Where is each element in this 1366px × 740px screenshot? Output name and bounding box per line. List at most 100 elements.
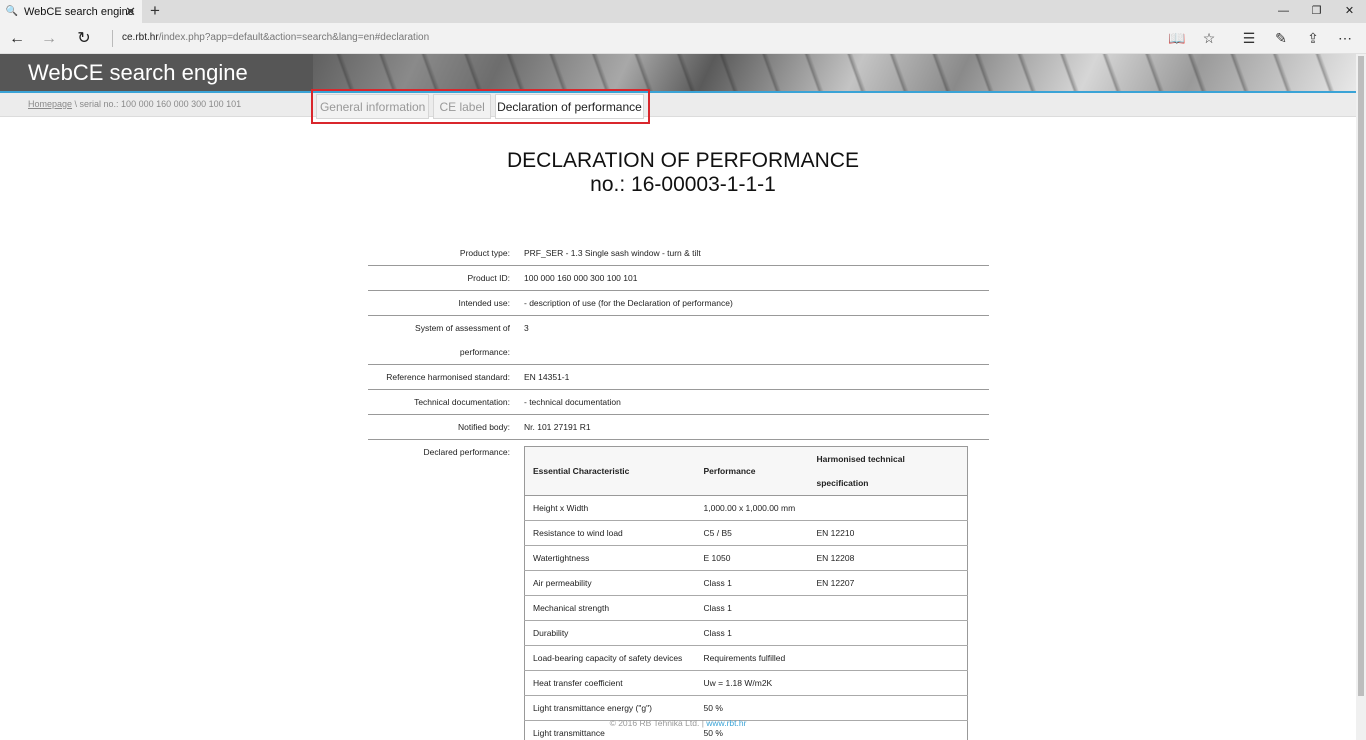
- search-icon: 🔍: [5, 6, 19, 17]
- declared-performance-row: Declared performance: Essential Characte…: [368, 440, 989, 740]
- detail-label: Notified body:: [458, 422, 510, 432]
- header-photo: [313, 54, 1356, 91]
- refresh-icon[interactable]: ↻: [73, 28, 95, 50]
- scrollbar-thumb[interactable]: [1358, 56, 1364, 696]
- page-content: WebCE search engine Homepage \ serial no…: [0, 54, 1366, 740]
- table-cell: Light transmittance energy ("g"): [524, 695, 696, 721]
- tab-declaration-of-performance[interactable]: Declaration of performance: [494, 94, 644, 119]
- table-cell: [808, 620, 968, 646]
- table-cell: Heat transfer coefficient: [524, 670, 696, 696]
- table-cell: Load-bearing capacity of safety devices: [524, 645, 696, 671]
- detail-value: Nr. 101 27191 R1: [524, 422, 591, 432]
- table-cell: EN 12207: [808, 570, 968, 596]
- detail-value: PRF_SER - 1.3 Single sash window - turn …: [524, 248, 701, 258]
- breadcrumb-home-link[interactable]: Homepage: [28, 99, 72, 109]
- window-controls: — ❐ ✕: [1267, 0, 1366, 23]
- column-header: Harmonised technical specification: [808, 446, 968, 496]
- column-header: Performance: [695, 446, 809, 496]
- table-row: Load-bearing capacity of safety devices R…: [524, 645, 968, 671]
- tab-ce-label[interactable]: CE label: [433, 94, 491, 119]
- site-title: WebCE search engine: [28, 60, 248, 85]
- table-cell: [808, 595, 968, 621]
- minimize-icon[interactable]: —: [1267, 0, 1300, 23]
- table-cell: Uw = 1.18 W/m2K: [695, 670, 809, 696]
- detail-label: System of assessment of performance:: [415, 323, 510, 357]
- table-row: Heat transfer coefficient Uw = 1.18 W/m2K: [524, 670, 968, 696]
- reading-view-icon[interactable]: 📖: [1166, 27, 1188, 49]
- browser-tab-title: WebCE search engine: [24, 5, 134, 18]
- detail-row: Technical documentation: - technical doc…: [368, 390, 989, 415]
- favorite-star-icon[interactable]: ☆: [1198, 27, 1220, 49]
- table-cell: Mechanical strength: [524, 595, 696, 621]
- browser-toolbar: 📖 ☆ ☰ ✎ ⇪ ⋯: [1166, 27, 1366, 49]
- table-cell: Height x Width: [524, 495, 696, 521]
- table-row: Height x Width 1,000.00 x 1,000.00 mm: [524, 495, 968, 521]
- address-bar: ← → ↻ ce.rbt.hr/index.php?app=default&ac…: [0, 23, 1366, 54]
- table-cell: Class 1: [695, 570, 809, 596]
- address-separator: [112, 30, 113, 47]
- more-icon[interactable]: ⋯: [1334, 27, 1356, 49]
- detail-label: Intended use:: [458, 298, 510, 308]
- table-header-row: Essential Characteristic Performance Har…: [524, 446, 968, 496]
- column-header: Essential Characteristic: [524, 446, 696, 496]
- browser-tab[interactable]: 🔍 WebCE search engine ✕: [0, 0, 142, 23]
- table-cell: 50 %: [695, 695, 809, 721]
- breadcrumb: Homepage \ serial no.: 100 000 160 000 3…: [28, 99, 241, 109]
- table-cell: [808, 495, 968, 521]
- footer: © 2016 RB Tehnika Ltd. | www.rbt.hr: [0, 718, 1356, 728]
- restore-icon[interactable]: ❐: [1300, 0, 1333, 23]
- detail-row: Product type: PRF_SER - 1.3 Single sash …: [368, 241, 989, 266]
- forward-icon[interactable]: →: [38, 28, 60, 50]
- document-title: DECLARATION OF PERFORMANCE no.: 16-00003…: [0, 149, 1366, 197]
- table-cell: EN 12208: [808, 545, 968, 571]
- url-path: /index.php?app=default&action=search&lan…: [158, 32, 430, 43]
- site-header: WebCE search engine: [0, 54, 1366, 91]
- detail-label: Product type:: [459, 248, 510, 258]
- page-scrollbar[interactable]: [1356, 54, 1366, 740]
- footer-copyright: © 2016 RB Tehnika Ltd. |: [609, 718, 707, 728]
- detail-row: Product ID: 100 000 160 000 300 100 101: [368, 266, 989, 291]
- table-cell: Durability: [524, 620, 696, 646]
- hub-icon[interactable]: ☰: [1238, 27, 1260, 49]
- tab-general-information[interactable]: General information: [316, 94, 430, 119]
- table-cell: Class 1: [695, 620, 809, 646]
- table-cell: Class 1: [695, 595, 809, 621]
- table-row: Light transmittance energy ("g") 50 %: [524, 695, 968, 721]
- url-host: ce.rbt.hr: [122, 32, 159, 43]
- table-row: Mechanical strength Class 1: [524, 595, 968, 621]
- breadcrumb-serial: \ serial no.: 100 000 160 000 300 100 10…: [72, 99, 242, 109]
- table-cell: Resistance to wind load: [524, 520, 696, 546]
- url-field[interactable]: ce.rbt.hr/index.php?app=default&action=s…: [122, 32, 429, 43]
- detail-label: Technical documentation:: [414, 397, 510, 407]
- detail-label: Declared performance:: [423, 447, 510, 457]
- detail-value: EN 14351-1: [524, 372, 570, 382]
- detail-value: 100 000 160 000 300 100 101: [524, 273, 638, 283]
- table-cell: Air permeability: [524, 570, 696, 596]
- table-cell: Watertightness: [524, 545, 696, 571]
- table-cell: C5 / B5: [695, 520, 809, 546]
- table-cell: 1,000.00 x 1,000.00 mm: [695, 495, 809, 521]
- close-tab-icon[interactable]: ✕: [125, 4, 136, 20]
- share-icon[interactable]: ⇪: [1302, 27, 1324, 49]
- table-cell: EN 12210: [808, 520, 968, 546]
- table-row: Watertightness E 1050 EN 12208: [524, 545, 968, 571]
- detail-value: - technical documentation: [524, 397, 621, 407]
- table-cell: Requirements fulfilled: [695, 645, 809, 671]
- section-tabs: General information CE label Declaration…: [311, 89, 650, 124]
- document-heading: DECLARATION OF PERFORMANCE: [507, 149, 859, 172]
- detail-label: Product ID:: [467, 273, 510, 283]
- footer-website-link[interactable]: www.rbt.hr: [706, 718, 746, 728]
- new-tab-icon[interactable]: +: [148, 1, 162, 21]
- close-window-icon[interactable]: ✕: [1333, 0, 1366, 23]
- table-row: Durability Class 1: [524, 620, 968, 646]
- detail-row: System of assessment of performance: 3: [368, 316, 989, 365]
- table-cell: E 1050: [695, 545, 809, 571]
- back-icon[interactable]: ←: [6, 28, 28, 50]
- detail-label: Reference harmonised standard:: [386, 372, 510, 382]
- browser-tab-strip: 🔍 WebCE search engine ✕ + — ❐ ✕: [0, 0, 1366, 23]
- web-note-icon[interactable]: ✎: [1270, 27, 1292, 49]
- document-number: no.: 16-00003-1-1-1: [590, 173, 776, 196]
- declared-performance-value: Essential Characteristic Performance Har…: [524, 440, 989, 740]
- detail-row: Reference harmonised standard: EN 14351-…: [368, 365, 989, 390]
- table-cell: [808, 695, 968, 721]
